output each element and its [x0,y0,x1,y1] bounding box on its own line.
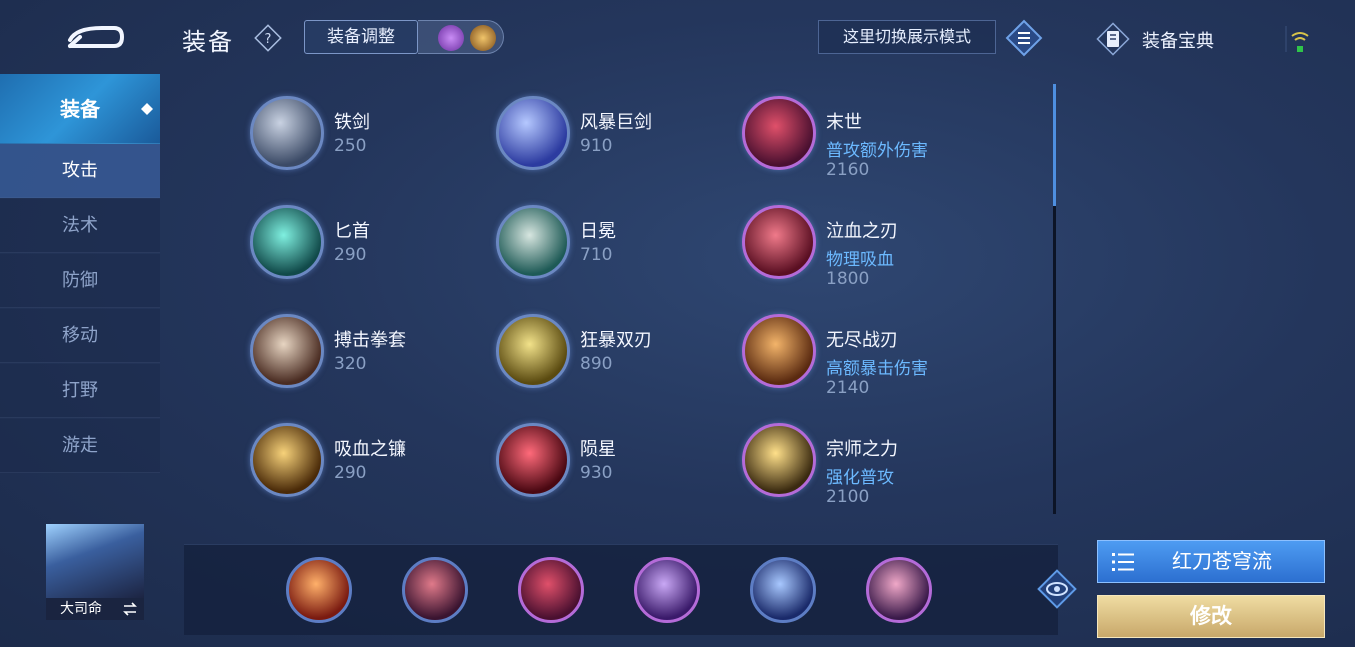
meteor-icon [496,423,570,497]
build-slot-3[interactable] [518,557,584,623]
item-price: 910 [580,136,613,156]
item-name: 末世 [826,112,862,133]
item-name: 风暴巨剑 [580,112,652,133]
iron-sword-icon [250,96,324,170]
svg-text:?: ? [265,32,272,47]
item-corona[interactable]: 日冕 710 [496,199,736,289]
build-slots-bar [184,544,1058,635]
item-tag: 高额暴击伤害 [826,359,928,379]
display-mode-switch[interactable]: 这里切换展示模式 [818,20,996,54]
build-slot-5[interactable] [750,557,816,623]
item-master-power[interactable]: 宗师之力 强化普攻 2100 [742,417,982,507]
item-vampire-scythe[interactable]: 吸血之镰 290 [250,417,490,507]
hero-portrait [46,524,144,598]
item-bloodweeper[interactable]: 泣血之刃 物理吸血 1800 [742,199,982,289]
item-price: 2140 [826,378,870,398]
scrollbar-thumb[interactable] [1053,84,1056,206]
edit-button[interactable]: 修改 [1097,595,1325,638]
boxing-gloves-icon [250,314,324,388]
item-price: 890 [580,354,613,374]
doomsday-icon [742,96,816,170]
item-name: 铁剑 [334,112,370,133]
gold-item-icon [470,25,496,51]
bloodweeper-icon [742,205,816,279]
top-bar: 装备 ? 装备调整 这里切换展示模式 装备宝典 [0,0,1355,74]
codex-book-icon[interactable] [1096,22,1130,56]
item-meteor[interactable]: 陨星 930 [496,417,736,507]
item-price: 2100 [826,487,870,507]
build-plan-label: 红刀苍穹流 [1172,549,1272,573]
purple-item-icon [438,25,464,51]
item-iron-sword[interactable]: 铁剑 250 [250,90,490,180]
codex-label[interactable]: 装备宝典 [1142,27,1214,53]
item-tag: 物理吸血 [826,250,894,270]
rage-blades-icon [496,314,570,388]
equipment-adjust-button[interactable]: 装备调整 [304,20,418,54]
item-infinity-blade[interactable]: 无尽战刃 高额暴击伤害 2140 [742,308,982,398]
build-slot-1[interactable] [286,557,352,623]
storm-sword-icon [496,96,570,170]
item-name: 陨星 [580,439,616,460]
item-name: 匕首 [334,221,370,242]
dagger-icon [250,205,324,279]
item-storm-sword[interactable]: 风暴巨剑 910 [496,90,736,180]
adjust-icons-group[interactable] [418,20,504,54]
vampire-scythe-icon [250,423,324,497]
swap-icon[interactable] [122,601,138,617]
item-price: 290 [334,463,367,483]
item-tag: 普攻额外伤害 [826,141,928,161]
sidebar-item-jungle[interactable]: 打野 [0,364,160,418]
item-name: 宗师之力 [826,439,898,460]
chevron-icon [141,103,153,115]
back-icon[interactable] [62,20,126,54]
build-slot-2[interactable] [402,557,468,623]
item-name: 搏击拳套 [334,330,406,351]
corona-icon [496,205,570,279]
help-icon[interactable]: ? [254,24,282,52]
item-price: 290 [334,245,367,265]
master-power-icon [742,423,816,497]
item-price: 2160 [826,160,870,180]
item-grid: 铁剑 250 风暴巨剑 910 末世 普攻额外伤害 2160 匕首 290 日冕… [250,90,1050,520]
sidebar-item-label: 装备 [60,97,100,121]
item-doomsday[interactable]: 末世 普攻额外伤害 2160 [742,90,982,180]
item-name: 日冕 [580,221,616,242]
sidebar-item-magic[interactable]: 法术 [0,199,160,253]
category-sidebar: 装备 攻击 法术 防御 移动 打野 游走 [0,74,160,474]
item-tag: 强化普攻 [826,468,894,488]
list-icon [1112,553,1134,571]
page-title: 装备 [182,28,234,56]
item-name: 泣血之刃 [826,221,898,242]
item-name: 狂暴双刃 [580,330,652,351]
item-price: 1800 [826,269,870,289]
item-price: 320 [334,354,367,374]
sidebar-item-roam[interactable]: 游走 [0,419,160,473]
eye-icon[interactable] [1036,568,1078,610]
item-name: 无尽战刃 [826,330,898,351]
build-plan-button[interactable]: 红刀苍穹流 [1097,540,1325,583]
sidebar-item-movement[interactable]: 移动 [0,309,160,363]
sidebar-item-attack[interactable]: 攻击 [0,144,160,198]
infinity-blade-icon [742,314,816,388]
list-mode-icon[interactable] [1004,18,1044,58]
wifi-signal-icon [1285,26,1309,52]
item-price: 930 [580,463,613,483]
item-dagger[interactable]: 匕首 290 [250,199,490,289]
item-name: 吸血之镰 [334,439,406,460]
item-price: 250 [334,136,367,156]
sidebar-item-defense[interactable]: 防御 [0,254,160,308]
build-slot-6[interactable] [866,557,932,623]
hero-selector[interactable]: 大司命 [46,524,144,620]
item-price: 710 [580,245,613,265]
build-slot-4[interactable] [634,557,700,623]
item-boxing-gloves[interactable]: 搏击拳套 320 [250,308,490,398]
item-rage-blades[interactable]: 狂暴双刃 890 [496,308,736,398]
sidebar-item-equipment[interactable]: 装备 [0,74,160,144]
